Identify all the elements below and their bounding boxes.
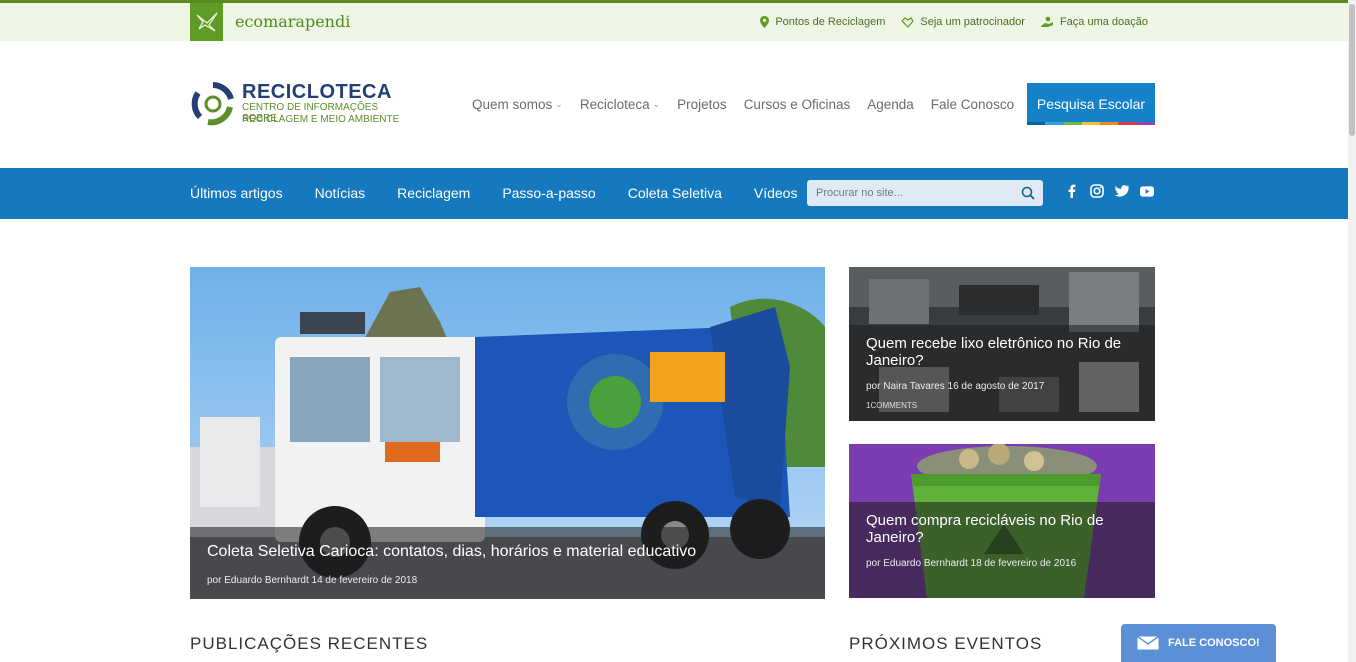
main-nav: Quem somos ⌄ Recicloteca ⌄ Projetos Curs… [472,97,1014,112]
site-search [807,180,1043,206]
site-header: RECICLOTECA CENTRO DE INFORMAÇÕES SOBRE … [0,41,1348,168]
nav-recicloteca-label: Recicloteca [579,97,650,112]
ecomarapendi-logo-box[interactable] [190,3,223,41]
category-nav-bar: Últimos artigos Notícias Reciclagem Pass… [0,168,1348,219]
fale-conosco-floating-button[interactable]: FALE CONOSCO! [1121,624,1276,662]
doacao-label: Faça uma doação [1059,16,1148,28]
social-links [1065,184,1154,198]
category-nav: Últimos artigos Notícias Reciclagem Pass… [190,185,797,201]
doacao-link[interactable]: Faça uma doação [1040,16,1148,28]
featured-article-side-1[interactable]: Quem recebe lixo eletrônico no Rio de Ja… [849,267,1155,421]
top-links: Pontos de Reciclagem Seja um patrocinado… [760,16,1148,28]
section-title-recent: PUBLICAÇÕES RECENTES [190,634,429,653]
instagram-icon[interactable] [1090,184,1104,198]
youtube-icon[interactable] [1140,184,1154,198]
logo-subtitle-line2: RECICLAGEM E MEIO AMBIENTE [242,114,400,125]
featured-article-main[interactable]: Coleta Seletiva Carioca: contatos, dias,… [190,267,825,599]
side-1-title[interactable]: Quem recebe lixo eletrônico no Rio de Ja… [866,335,1138,369]
donation-icon [1040,16,1053,27]
recicloteca-logo[interactable]: RECICLOTECA CENTRO DE INFORMAÇÕES SOBRE … [190,81,400,131]
cat-ultimos-artigos[interactable]: Últimos artigos [190,185,283,201]
envelope-icon [1137,636,1159,650]
bird-icon [196,12,218,32]
nav-fale-conosco[interactable]: Fale Conosco [931,97,1014,112]
cat-reciclagem[interactable]: Reciclagem [397,185,470,201]
pesquisa-escolar-button[interactable]: Pesquisa Escolar [1027,83,1155,125]
page-scrollbar[interactable] [1348,0,1356,662]
cat-coleta-seletiva[interactable]: Coleta Seletiva [628,185,722,201]
nav-projetos[interactable]: Projetos [677,97,727,112]
twitter-icon[interactable] [1115,184,1129,198]
nav-quem-somos-label: Quem somos [472,97,553,112]
chevron-down-icon: ⌄ [555,99,563,109]
fale-conosco-floating-label: FALE CONOSCO! [1168,637,1260,649]
page: ecomarapendi Pontos de Reciclagem Seja u… [0,0,1356,662]
featured-main-title[interactable]: Coleta Seletiva Carioca: contatos, dias,… [207,543,808,561]
cat-passo-a-passo[interactable]: Passo-a-passo [502,185,595,201]
patrocinador-link[interactable]: Seja um patrocinador [901,16,1025,28]
side-2-meta: por Eduardo Bernhardt 18 de fevereiro de… [866,558,1077,569]
pontos-reciclagem-link[interactable]: Pontos de Reciclagem [760,16,885,28]
search-input[interactable] [807,180,1007,206]
nav-quem-somos[interactable]: Quem somos ⌄ [472,97,563,112]
cat-videos[interactable]: Vídeos [754,185,798,201]
ecomarapendi-brand[interactable]: ecomarapendi [235,12,350,31]
side-2-caption: Quem compra recicláveis no Rio de Janeir… [849,502,1155,598]
featured-main-meta: por Eduardo Bernhardt 14 de fevereiro de… [207,575,418,586]
side-1-meta: por Naira Tavares 16 de agosto de 2017 [866,381,1045,392]
cat-noticias[interactable]: Notícias [315,185,366,201]
featured-article-side-2[interactable]: Quem compra recicláveis no Rio de Janeir… [849,444,1155,598]
pesquisa-escolar-label: Pesquisa Escolar [1036,96,1146,112]
logo-title: RECICLOTECA [242,81,392,103]
nav-recicloteca[interactable]: Recicloteca ⌄ [580,97,660,112]
handshake-icon [901,16,915,28]
chevron-down-icon: ⌄ [652,99,661,109]
search-icon[interactable] [1021,186,1035,200]
nav-agenda[interactable]: Agenda [867,97,914,112]
side-1-comments[interactable]: 1COMMENTS [866,401,1138,410]
top-strip: ecomarapendi Pontos de Reciclagem Seja u… [0,0,1348,41]
scrollbar-thumb[interactable] [1349,4,1355,136]
pontos-reciclagem-label: Pontos de Reciclagem [775,16,886,28]
facebook-icon[interactable] [1065,184,1079,198]
nav-cursos-oficinas[interactable]: Cursos e Oficinas [744,97,851,112]
featured-main-caption: Coleta Seletiva Carioca: contatos, dias,… [190,527,825,599]
patrocinador-label: Seja um patrocinador [920,16,1025,28]
section-title-events: PRÓXIMOS EVENTOS [849,634,1043,653]
cta-color-stripes [1027,122,1155,125]
map-pin-icon [760,16,770,28]
recycle-logo-icon [191,82,234,126]
side-2-title[interactable]: Quem compra recicláveis no Rio de Janeir… [866,512,1138,546]
side-1-caption: Quem recebe lixo eletrônico no Rio de Ja… [849,325,1155,421]
